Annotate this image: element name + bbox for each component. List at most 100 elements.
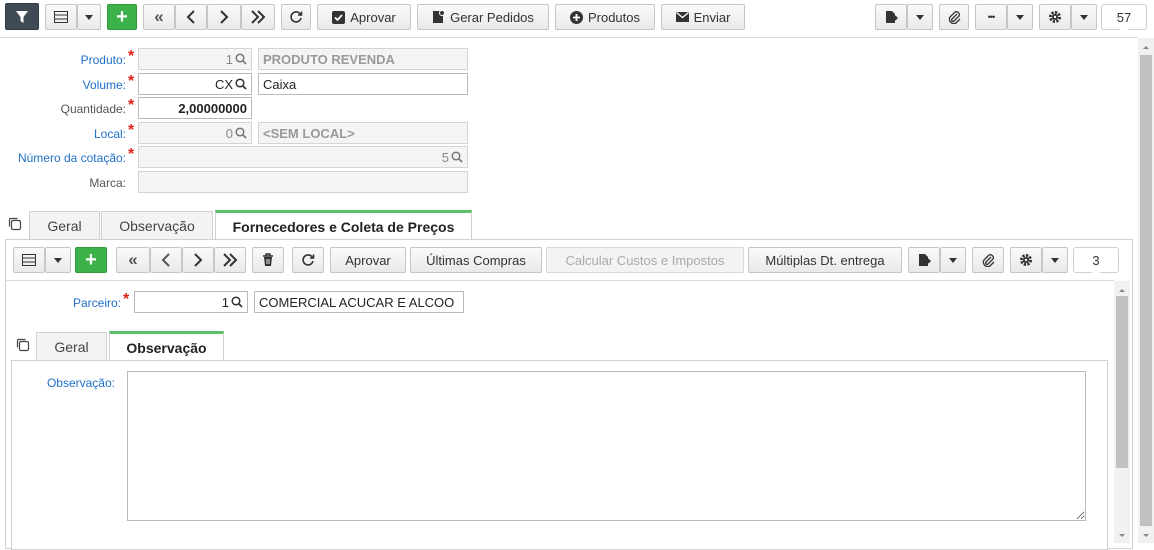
search-icon[interactable] xyxy=(231,296,243,308)
chevron-right-icon xyxy=(194,253,203,267)
chevron-down-icon xyxy=(949,257,957,263)
produto-label: Produto: xyxy=(80,53,126,67)
record-counter: 3 xyxy=(1073,247,1119,278)
tab-geral[interactable]: Geral xyxy=(29,211,100,239)
inner-scrollbar-thumb[interactable] xyxy=(1116,296,1128,468)
products-button[interactable]: Produtos xyxy=(555,4,655,30)
copy-icon[interactable] xyxy=(8,217,22,231)
last-purchases-button[interactable]: Últimas Compras xyxy=(410,247,542,273)
search-icon[interactable] xyxy=(235,53,247,65)
page-scrollbar[interactable] xyxy=(1138,38,1154,543)
scroll-down-icon[interactable] xyxy=(1138,529,1154,543)
plus-circle-icon xyxy=(569,10,583,24)
generate-orders-label: Gerar Pedidos xyxy=(450,9,534,25)
products-label: Produtos xyxy=(587,9,641,25)
chevron-down-icon xyxy=(1080,14,1088,20)
previous-record-button[interactable] xyxy=(150,247,182,273)
inner-scrollbar[interactable] xyxy=(1114,281,1130,543)
file-export-icon xyxy=(885,11,898,23)
sub-approve-button[interactable]: Aprovar xyxy=(330,247,406,273)
search-icon[interactable] xyxy=(235,127,247,139)
produto-code-field[interactable]: 1 xyxy=(138,48,252,70)
inner-tab-observacao[interactable]: Observação xyxy=(109,331,224,362)
gear-icon xyxy=(1049,11,1061,23)
settings-dropdown[interactable] xyxy=(1042,247,1068,273)
chevron-down-icon xyxy=(916,14,924,20)
required-marker: * xyxy=(123,291,130,308)
previous-record-button[interactable] xyxy=(175,4,207,30)
chevron-right-icon xyxy=(220,10,229,24)
first-record-button[interactable]: « xyxy=(143,4,175,30)
settings-button[interactable] xyxy=(1039,4,1071,30)
more-options-dropdown[interactable] xyxy=(1007,4,1033,30)
required-marker: * xyxy=(128,73,135,90)
last-record-button[interactable] xyxy=(214,247,246,273)
ellipsis-icon: ••• xyxy=(987,12,996,22)
tab-observacao[interactable]: Observação xyxy=(101,211,213,239)
search-icon[interactable] xyxy=(235,78,247,90)
gear-icon xyxy=(1020,254,1032,266)
grid-view-button[interactable] xyxy=(13,247,45,273)
attachment-button[interactable] xyxy=(939,4,969,30)
export-button[interactable] xyxy=(908,247,940,273)
volume-code-field[interactable]: CX xyxy=(138,73,252,95)
parceiro-description-field[interactable]: COMERCIAL ACUCAR E ALCOO xyxy=(254,291,464,313)
scroll-up-icon[interactable] xyxy=(1114,283,1130,297)
more-options-button[interactable]: ••• xyxy=(975,4,1007,30)
inner-tab-geral[interactable]: Geral xyxy=(36,332,107,361)
settings-button[interactable] xyxy=(1010,247,1042,273)
grid-icon xyxy=(54,11,68,23)
marca-field[interactable] xyxy=(138,171,468,193)
calculate-costs-button[interactable]: Calcular Custos e Impostos xyxy=(546,247,744,273)
scroll-up-icon[interactable] xyxy=(1138,40,1154,54)
add-button[interactable]: + xyxy=(107,4,137,30)
double-right-icon xyxy=(251,10,266,24)
double-left-icon: « xyxy=(154,7,164,26)
export-dropdown[interactable] xyxy=(940,247,966,273)
next-record-button[interactable] xyxy=(182,247,214,273)
scroll-down-icon[interactable] xyxy=(1114,529,1130,543)
quantidade-field[interactable]: 2,00000000 xyxy=(138,97,252,119)
search-icon[interactable] xyxy=(451,151,463,163)
next-record-button[interactable] xyxy=(207,4,241,30)
send-button[interactable]: Enviar xyxy=(661,4,745,30)
trash-icon xyxy=(263,253,273,266)
file-export-icon xyxy=(918,254,931,266)
delete-button[interactable] xyxy=(252,247,284,273)
check-square-icon xyxy=(332,10,346,24)
observacao-textarea[interactable] xyxy=(127,371,1086,521)
plus-icon: + xyxy=(85,248,97,271)
generate-orders-button[interactable]: Gerar Pedidos xyxy=(417,4,549,30)
chevron-down-icon xyxy=(1051,257,1059,263)
local-label: Local: xyxy=(93,127,126,141)
grid-view-dropdown[interactable] xyxy=(45,247,71,273)
copy-icon[interactable] xyxy=(16,338,30,352)
settings-dropdown[interactable] xyxy=(1071,4,1097,30)
local-code-field[interactable]: 0 xyxy=(138,122,252,144)
grid-view-button[interactable] xyxy=(45,4,77,30)
toolbar-divider xyxy=(0,37,1138,38)
volume-description-field[interactable]: Caixa xyxy=(258,73,468,95)
numero-cotacao-field[interactable]: 5 xyxy=(138,146,468,168)
filter-button[interactable] xyxy=(5,3,39,30)
paperclip-icon xyxy=(982,254,995,267)
send-label: Enviar xyxy=(693,9,731,25)
volume-label: Volume: xyxy=(82,78,126,92)
approve-button[interactable]: Aprovar xyxy=(317,4,411,30)
export-dropdown[interactable] xyxy=(907,4,933,30)
multiple-delivery-dates-button[interactable]: Múltiplas Dt. entrega xyxy=(748,247,902,273)
observacao-label: Observação: xyxy=(46,376,115,390)
parceiro-code-field[interactable]: 1 xyxy=(134,291,248,313)
export-button[interactable] xyxy=(875,4,907,30)
refresh-button[interactable] xyxy=(281,4,311,30)
page-scrollbar-thumb[interactable] xyxy=(1140,55,1152,526)
tab-fornecedores[interactable]: Fornecedores e Coleta de Preços xyxy=(215,210,472,240)
attachment-button[interactable] xyxy=(972,247,1004,273)
last-record-button[interactable] xyxy=(241,4,275,30)
add-button[interactable]: + xyxy=(75,247,107,273)
grid-view-dropdown[interactable] xyxy=(77,4,101,30)
refresh-icon xyxy=(290,11,303,23)
first-record-button[interactable]: « xyxy=(116,247,150,273)
refresh-button[interactable] xyxy=(292,247,324,273)
filter-icon xyxy=(16,10,28,23)
